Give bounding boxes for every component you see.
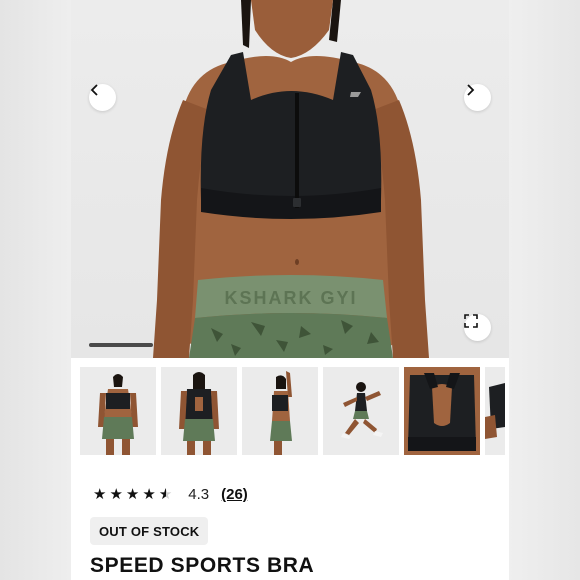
waistband-text: KSHARK GYI <box>224 288 357 308</box>
thumbnail-running-view[interactable] <box>323 367 399 455</box>
rating-stars: ★ ★ ★ ★ ★ <box>93 487 172 502</box>
gallery-progress-fill <box>89 343 154 347</box>
product-hero-image[interactable]: KSHARK GYI <box>71 0 509 358</box>
thumbnail-side-view[interactable] <box>242 367 318 455</box>
thumbnail-back-view[interactable] <box>161 367 237 455</box>
stock-status-badge: OUT OF STOCK <box>90 517 209 545</box>
right-backdrop <box>509 0 580 580</box>
thumbnail-back-detail[interactable] <box>404 367 480 455</box>
rating-value: 4.3 <box>188 486 210 503</box>
star-icon: ★ <box>142 486 156 503</box>
gallery-progress <box>89 343 491 347</box>
star-icon: ★ <box>125 486 140 503</box>
fullscreen-button[interactable] <box>464 314 491 341</box>
model-photo: KSHARK GYI <box>153 0 429 358</box>
star-icon: ★ <box>93 486 107 503</box>
next-image-button[interactable] <box>464 84 491 111</box>
chevron-right-icon <box>467 84 475 96</box>
product-page: KSHARK GYI ★ ★ ★ ★ ★ ★ 4.3 (26) OUT OF S… <box>71 0 509 580</box>
fullscreen-icon <box>464 314 478 328</box>
previous-image-button[interactable] <box>89 84 116 111</box>
star-icon: ★ <box>159 487 172 502</box>
review-count-link[interactable]: (26) <box>221 486 248 503</box>
left-backdrop <box>0 0 71 580</box>
thumbnail-strip <box>80 367 509 455</box>
chevron-left-icon <box>90 84 98 96</box>
thumbnail-front-view[interactable] <box>80 367 156 455</box>
product-rating: ★★★★★ 4.3 (26) <box>93 486 248 503</box>
thumbnail-partial-view[interactable] <box>485 367 505 455</box>
star-icon: ★ <box>109 486 123 503</box>
product-title: SPEED SPORTS BRA <box>90 554 315 577</box>
